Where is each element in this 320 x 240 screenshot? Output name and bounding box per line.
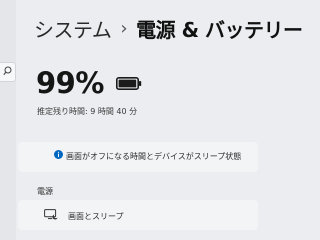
breadcrumb-separator-icon: ›	[120, 18, 128, 39]
search-box[interactable]	[0, 62, 16, 82]
search-icon	[3, 66, 12, 76]
battery-percentage: 99%	[36, 66, 104, 100]
page-title: 電源 & バッテリー	[136, 18, 303, 42]
breadcrumb: システム › 電源 & バッテリー	[34, 14, 303, 43]
remaining-time: 推定残り時間: 9 時間 40 分	[37, 107, 138, 116]
monitor-icon	[44, 209, 58, 220]
battery-icon	[115, 76, 142, 90]
sidebar	[0, 0, 16, 240]
info-banner-text: 画面がオフになる時間とデバイスがスリープ状態になる時間が異な	[66, 152, 242, 161]
power-section-heading: 電源	[37, 187, 53, 196]
screen-and-sleep-label: 画面とスリープ	[68, 212, 124, 221]
battery-status: 99%	[36, 66, 142, 100]
info-icon	[54, 150, 63, 159]
breadcrumb-parent-system[interactable]: システム	[34, 14, 112, 43]
